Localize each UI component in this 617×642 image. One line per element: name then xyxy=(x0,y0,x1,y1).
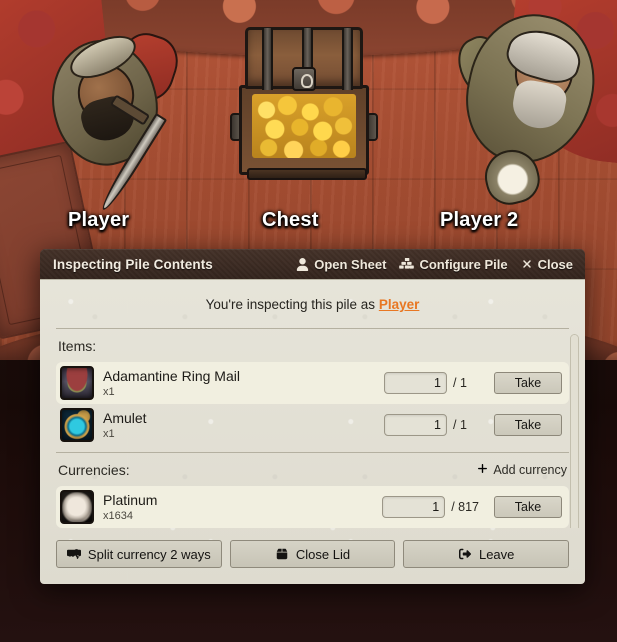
close-label: Close xyxy=(537,256,573,272)
currencies-section-heading-row: Currencies: Add currency xyxy=(56,453,569,486)
split-currency-label: Split currency 2 ways xyxy=(87,546,211,562)
scrollbar[interactable] xyxy=(570,334,579,528)
token-label-chest: Chest xyxy=(262,209,319,231)
inspect-notice: You're inspecting this pile as Player xyxy=(40,280,585,328)
quantity-input[interactable] xyxy=(384,372,447,394)
game-screen: Player Chest Player 2 Inspecting Pile Co… xyxy=(0,0,617,642)
item-pile-window: Inspecting Pile Contents Open Sheet Conf… xyxy=(40,249,585,584)
box-icon xyxy=(275,548,289,560)
close-button[interactable]: Close xyxy=(521,257,573,272)
token-label-player-2: Player 2 xyxy=(440,209,519,231)
chest-body xyxy=(239,85,369,180)
item-quantity: x1 xyxy=(103,386,115,399)
quantity-control: / 1 xyxy=(384,414,479,436)
exit-icon xyxy=(458,548,472,560)
chest-base xyxy=(247,168,367,180)
item-name: Adamantine Ring Mail xyxy=(103,367,240,384)
gold-coins-pile xyxy=(252,94,356,158)
take-button[interactable]: Take xyxy=(494,496,562,518)
chest-band-3 xyxy=(342,28,353,90)
chest-band-1 xyxy=(262,28,273,90)
close-lid-label: Close Lid xyxy=(295,546,351,562)
leave-label: Leave xyxy=(478,546,515,562)
items-section-heading-row: Items: xyxy=(56,329,569,362)
player-2-token[interactable] xyxy=(434,2,608,212)
take-button[interactable]: Take xyxy=(494,372,562,394)
split-icon xyxy=(66,548,81,560)
quantity-input[interactable] xyxy=(382,496,446,518)
take-button[interactable]: Take xyxy=(494,414,562,436)
quantity-max: / 1 xyxy=(453,376,467,390)
quantity-input[interactable] xyxy=(384,414,447,436)
close-icon xyxy=(521,258,533,270)
plus-icon xyxy=(477,463,488,477)
close-lid-button[interactable]: Close Lid xyxy=(229,540,396,568)
boxes-icon xyxy=(399,257,415,271)
armor-icon xyxy=(60,366,94,400)
leave-button[interactable]: Leave xyxy=(403,540,570,568)
row-text: Platinum x1634 xyxy=(103,492,373,522)
currency-quantity: x1634 xyxy=(103,510,133,523)
row-text: Amulet x1 xyxy=(103,410,375,440)
window-header-actions: Open Sheet Configure Pile Close xyxy=(296,257,573,272)
window-footer: Split currency 2 ways Close Lid Leave xyxy=(40,528,585,584)
quantity-control: / 817 xyxy=(382,496,479,518)
chest-lock-icon xyxy=(292,67,316,91)
platinum-coin-icon xyxy=(60,490,94,524)
player-1-token[interactable] xyxy=(35,12,188,214)
add-currency-label: Add currency xyxy=(493,463,567,477)
inspect-notice-prefix: You're inspecting this pile as xyxy=(205,297,376,312)
items-heading: Items: xyxy=(58,338,97,354)
table-row[interactable]: Adamantine Ring Mail x1 / 1 Take xyxy=(56,362,569,404)
open-sheet-button[interactable]: Open Sheet xyxy=(296,257,386,272)
amulet-icon xyxy=(60,408,94,442)
user-icon xyxy=(296,257,309,271)
quantity-control: / 1 xyxy=(384,372,479,394)
table-row[interactable]: Amulet x1 / 1 Take xyxy=(56,404,569,446)
item-name: Amulet xyxy=(103,409,147,426)
configure-pile-label: Configure Pile xyxy=(419,256,508,272)
item-quantity: x1 xyxy=(103,428,115,441)
token-label-player: Player xyxy=(68,209,130,231)
row-text: Adamantine Ring Mail x1 xyxy=(103,368,375,398)
window-title: Inspecting Pile Contents xyxy=(53,256,213,272)
inspecting-as-player-link[interactable]: Player xyxy=(379,297,420,312)
open-sheet-label: Open Sheet xyxy=(314,256,387,272)
configure-pile-button[interactable]: Configure Pile xyxy=(399,256,508,272)
currencies-heading: Currencies: xyxy=(58,462,130,478)
window-body: You're inspecting this pile as Player It… xyxy=(40,279,585,584)
chest-token[interactable] xyxy=(230,27,378,182)
scrollbar-thumb[interactable] xyxy=(571,335,578,528)
pile-contents-scroll-area: Items: Adamantine Ring Mail x1 / 1 Take xyxy=(40,328,585,528)
add-currency-button[interactable]: Add currency xyxy=(477,463,567,477)
quantity-max: / 1 xyxy=(453,418,467,432)
split-currency-button[interactable]: Split currency 2 ways xyxy=(56,540,222,568)
table-row[interactable]: Platinum x1634 / 817 Take xyxy=(56,486,569,528)
currency-name: Platinum xyxy=(103,491,158,508)
window-header: Inspecting Pile Contents Open Sheet Conf… xyxy=(40,249,585,279)
quantity-max: / 817 xyxy=(451,500,479,514)
